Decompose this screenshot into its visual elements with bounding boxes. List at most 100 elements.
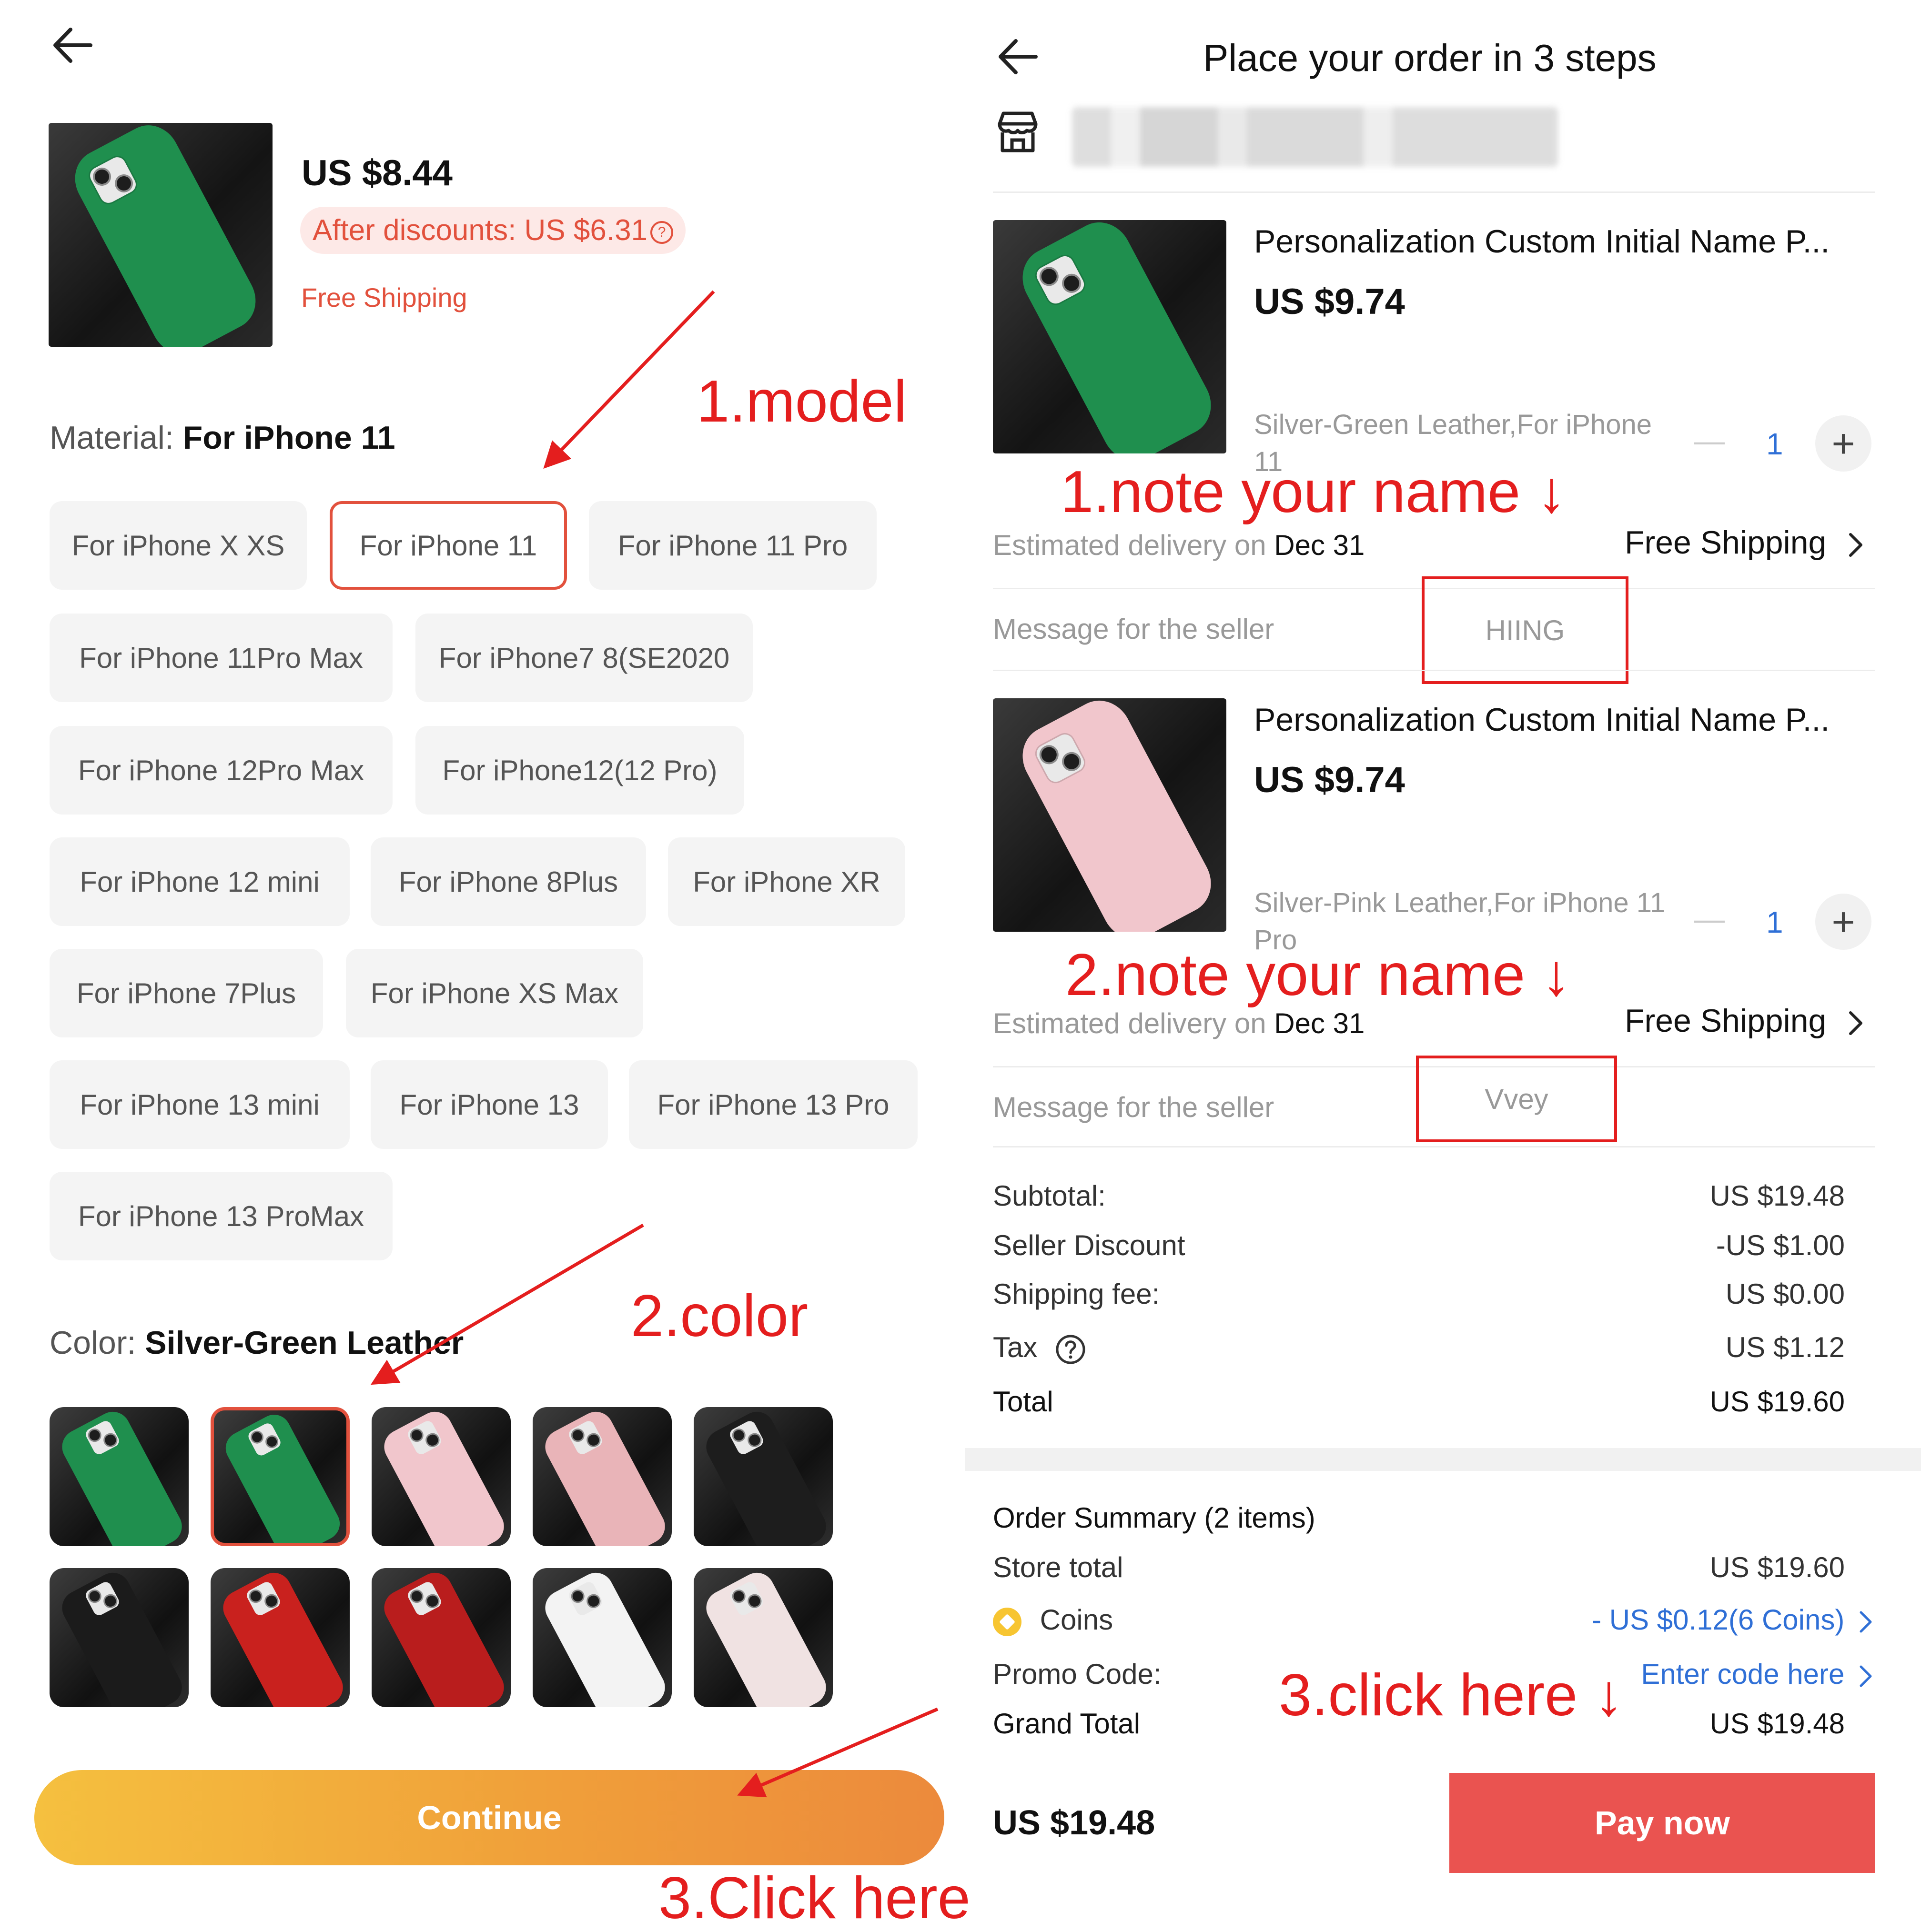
phone-case-image [1011,698,1222,932]
qty-plus-button[interactable]: + [1815,415,1871,472]
seller-message-input[interactable]: HIING [1422,576,1628,684]
divider [993,1146,1875,1147]
color-swatch[interactable] [50,1407,189,1546]
color-label: Color: [50,1325,136,1361]
store-total-label: Store total [993,1551,1123,1583]
material-option[interactable]: For iPhone 12Pro Max [50,726,393,815]
tax-label: Tax [993,1331,1038,1363]
material-option[interactable]: For iPhone XR [668,837,905,926]
color-swatch[interactable] [533,1407,672,1546]
color-swatch[interactable] [533,1568,672,1707]
tax-row-label: Tax [993,1331,1086,1365]
shipping-option[interactable]: Free Shipping [1625,524,1867,561]
back-button[interactable] [993,30,1045,83]
color-swatch[interactable] [211,1568,350,1707]
color-swatch[interactable] [372,1568,511,1707]
continue-button[interactable]: Continue [34,1770,944,1865]
shipping-option-label: Free Shipping [1625,1003,1827,1039]
material-option[interactable]: For iPhone 13 ProMax [50,1172,393,1260]
material-option[interactable]: For iPhone XS Max [346,949,643,1037]
chevron-right-icon [1860,1611,1872,1633]
store-icon[interactable] [995,109,1041,154]
phone-case-image [700,1568,832,1707]
section-separator [965,1448,1921,1471]
material-option[interactable]: For iPhone 12 mini [50,837,350,926]
color-swatch[interactable] [694,1568,833,1707]
tax-value: US $1.12 [1725,1331,1845,1363]
phone-case-image [56,1568,188,1707]
subtotal-label: Subtotal: [993,1180,1106,1212]
qty-plus-button[interactable]: + [1815,894,1871,950]
delivery-date: Dec 31 [1274,1007,1365,1039]
color-swatch[interactable] [372,1407,511,1546]
promo-code-label: Promo Code: [993,1658,1162,1690]
store-total-value: US $19.60 [1709,1551,1845,1583]
coins-row-label: Coins [993,1603,1113,1637]
qty-value[interactable]: 1 [1766,905,1783,940]
discount-badge[interactable]: After discounts: US $6.31? [300,207,686,254]
color-swatch-selected[interactable] [211,1407,350,1546]
material-option[interactable]: For iPhone 11 Pro [589,501,877,590]
qty-minus-button[interactable]: — [1694,423,1725,458]
phone-case-image [56,1407,188,1546]
help-icon: ? [650,221,674,244]
color-heading: Color: Silver-Green Leather [50,1324,464,1361]
material-option[interactable]: For iPhone12(12 Pro) [415,726,744,815]
delivery-estimate: Estimated delivery on Dec 31 [993,529,1365,562]
material-option[interactable]: For iPhone7 8(SE2020 [415,614,753,702]
color-swatch[interactable] [694,1407,833,1546]
seller-message-input[interactable]: Vvey [1416,1056,1617,1142]
annotation-model: 1.model [697,369,907,434]
material-option[interactable]: For iPhone 11Pro Max [50,614,393,702]
grand-total-label: Grand Total [993,1708,1141,1740]
chevron-right-icon [1849,1011,1863,1036]
chevron-right-icon [1849,533,1863,557]
back-button[interactable] [48,19,100,71]
annotation-click-here-left: 3.Click here [658,1865,971,1931]
seller-discount-label: Seller Discount [993,1229,1185,1261]
material-label: Material: [50,420,174,456]
delivery-prefix: Estimated delivery on [993,529,1266,561]
item-title[interactable]: Personalization Custom Initial Name P... [1254,223,1830,260]
item-price: US $9.74 [1254,282,1405,322]
phone-case-image [539,1568,671,1707]
pay-now-button[interactable]: Pay now [1449,1773,1875,1873]
qty-minus-button[interactable]: — [1694,901,1725,936]
material-option[interactable]: For iPhone X XS [50,501,307,590]
coins-discount-link[interactable]: - US $0.12(6 Coins) [1592,1603,1875,1636]
material-option[interactable]: For iPhone 7Plus [50,949,323,1037]
phone-case-image [378,1407,510,1546]
annotation-arrow-model [543,290,715,469]
product-price: US $8.44 [302,153,453,193]
product-thumbnail [49,123,273,347]
annotation-note-1: 1.note your name ↓ [1061,459,1567,525]
material-option[interactable]: For iPhone 13 mini [50,1060,350,1149]
shipping-option[interactable]: Free Shipping [1625,1002,1867,1039]
seller-message-label: Message for the seller [993,1091,1274,1123]
divider [993,670,1875,671]
discount-text: After discounts: US $6.31 [313,214,648,247]
color-swatch[interactable] [50,1568,189,1707]
item-thumbnail [993,220,1226,453]
shipping-fee-value: US $0.00 [1725,1278,1845,1310]
arrow-left-icon [999,39,1038,74]
material-option[interactable]: For iPhone 8Plus [371,837,646,926]
promo-code-link[interactable]: Enter code here [1641,1658,1875,1690]
item-title[interactable]: Personalization Custom Initial Name P... [1254,701,1830,738]
phone-case-image [64,123,266,347]
coins-value: - US $0.12(6 Coins) [1592,1604,1845,1636]
item-thumbnail [993,698,1226,932]
item-price: US $9.74 [1254,760,1405,800]
qty-value[interactable]: 1 [1766,426,1783,462]
coin-icon [993,1608,1021,1637]
help-icon[interactable] [1055,1334,1086,1365]
material-option-selected[interactable]: For iPhone 11 [330,501,567,590]
store-name-blurred [1072,107,1558,167]
phone-case-image [539,1407,671,1546]
material-option[interactable]: For iPhone 13 Pro [629,1060,918,1149]
material-option[interactable]: For iPhone 13 [371,1060,608,1149]
order-summary-heading: Order Summary (2 items) [993,1502,1315,1534]
subtotal-value: US $19.48 [1709,1180,1845,1212]
seller-message-label: Message for the seller [993,613,1274,645]
annotation-click-here-right: 3.click here ↓ [1279,1662,1624,1728]
